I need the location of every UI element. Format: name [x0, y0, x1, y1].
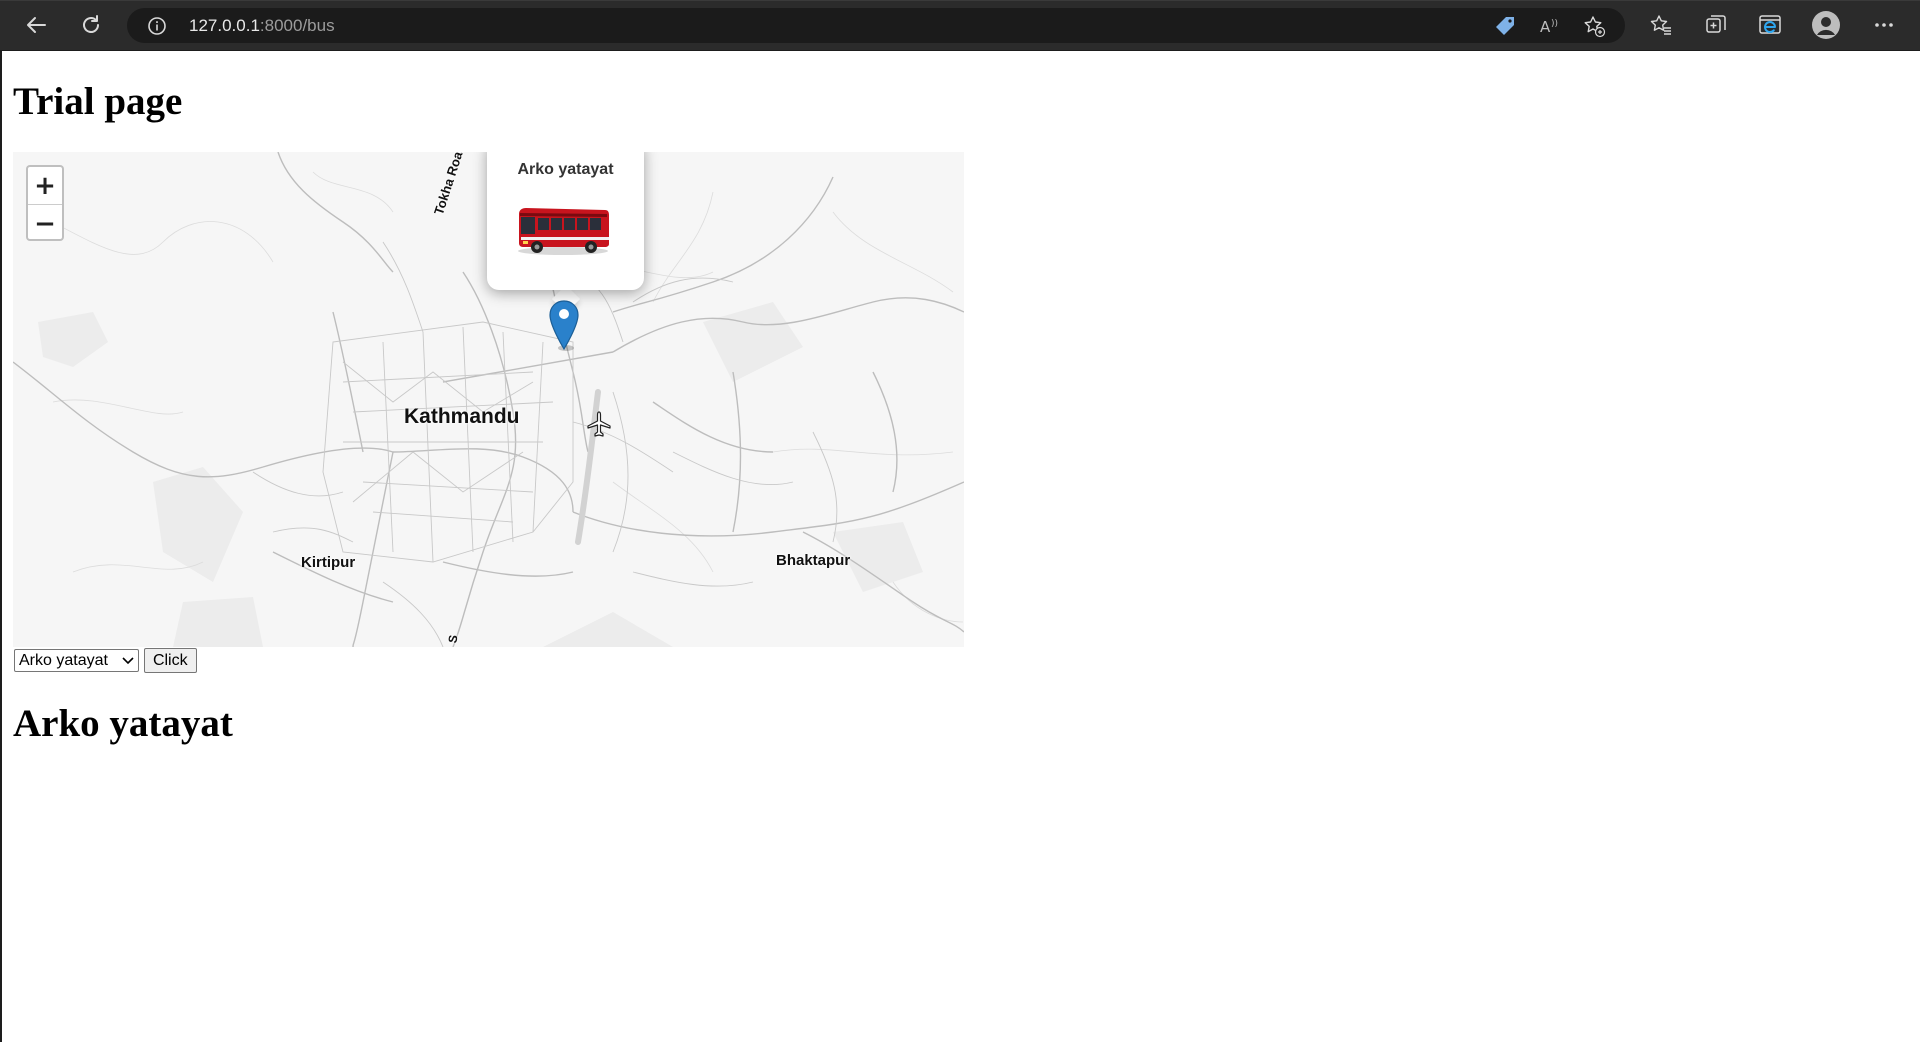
- controls-row: Arko yatayat Click: [14, 648, 197, 673]
- chevron-down-icon: [122, 656, 134, 664]
- page-content: Trial page + − Kathmandu Kirtipur Bhakta…: [0, 51, 1920, 1042]
- more-button[interactable]: [1866, 7, 1902, 43]
- url-host: 127.0.0.1: [189, 16, 260, 35]
- svg-text:)): )): [1551, 19, 1558, 29]
- url-text: 127.0.0.1:8000/bus: [189, 16, 335, 36]
- map-label-kathmandu: Kathmandu: [404, 405, 520, 428]
- refresh-icon: [83, 15, 99, 33]
- map-label-bhaktapur: Bhaktapur: [776, 552, 851, 569]
- bus-select-value: Arko yatayat: [19, 651, 108, 669]
- info-icon[interactable]: [147, 16, 167, 41]
- more-icon: [1875, 23, 1893, 27]
- collections-button[interactable]: [1698, 7, 1734, 43]
- bus-select[interactable]: Arko yatayat: [14, 649, 139, 672]
- zoom-control: + −: [26, 165, 64, 241]
- airport-icon: [587, 411, 611, 437]
- map-popup: Arko yatayat: [487, 152, 644, 290]
- address-bar[interactable]: 127.0.0.1:8000/bus A)): [127, 8, 1625, 43]
- edge-button[interactable]: [1752, 7, 1788, 43]
- zoom-in-button[interactable]: +: [28, 167, 62, 205]
- favorites-button[interactable]: [1643, 7, 1679, 43]
- svg-text:A: A: [1540, 18, 1551, 36]
- favorites-icon: [1650, 15, 1671, 35]
- add-favorite-icon[interactable]: [1582, 14, 1606, 38]
- profile-button[interactable]: [1808, 7, 1844, 43]
- browser-toolbar: 127.0.0.1:8000/bus A)): [0, 0, 1920, 51]
- popup-title: Arko yatayat: [517, 161, 614, 178]
- toolbar-top-line: [0, 0, 1920, 1]
- map-container[interactable]: + − Kathmandu Kirtipur Bhaktapur Tokha R…: [13, 152, 964, 647]
- tag-icon[interactable]: [1493, 14, 1517, 38]
- refresh-button[interactable]: [73, 7, 109, 43]
- back-button[interactable]: [18, 7, 54, 43]
- click-button[interactable]: Click: [143, 648, 197, 673]
- zoom-out-button[interactable]: −: [28, 205, 62, 239]
- read-aloud-icon[interactable]: A)): [1538, 14, 1562, 38]
- profile-icon: [1812, 11, 1840, 39]
- result-heading: Arko yatayat: [13, 702, 233, 745]
- back-arrow-icon: [27, 17, 46, 33]
- url-path: :8000/bus: [259, 16, 335, 35]
- map-label-kirtipur: Kirtipur: [301, 554, 356, 571]
- location-marker-icon[interactable]: [548, 299, 580, 351]
- page-title: Trial page: [13, 80, 183, 123]
- bus-image: [518, 208, 609, 255]
- collections-icon: [1706, 15, 1726, 33]
- edge-icon: [1759, 15, 1781, 34]
